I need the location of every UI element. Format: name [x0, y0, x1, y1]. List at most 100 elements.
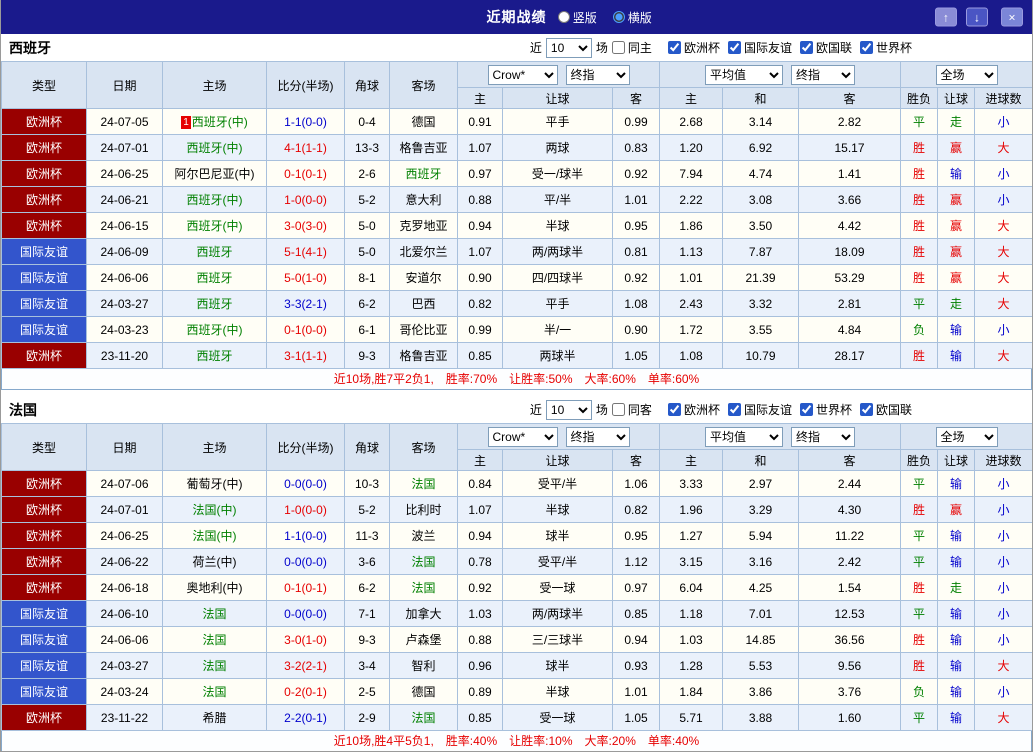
- match-corners: 9-3: [344, 342, 390, 369]
- asian-odds-source-select[interactable]: Crow*: [487, 426, 558, 447]
- competition-filter[interactable]: 世界杯: [859, 39, 912, 56]
- horizontal-layout-radio[interactable]: [612, 11, 625, 23]
- team-section-france: 法国 近 10 场 同客 欧洲杯 国际友谊 世界杯 欧国联 类型 日期 主场 比…: [1, 396, 1032, 751]
- odds-euro-home: 1.28: [659, 652, 724, 679]
- odds-euro-draw: 3.50: [722, 212, 800, 239]
- match-row: 国际友谊 24-06-10 法国 0-0(0-0) 7-1 加拿大 1.03 两/两球半 0.8…: [1, 600, 1032, 627]
- col-score: 比分(半场): [266, 423, 345, 471]
- odds-asian-home: 0.94: [457, 212, 503, 239]
- match-competition: 欧洲杯: [1, 496, 87, 523]
- match-home-team: 西班牙: [162, 264, 267, 291]
- competition-checkbox[interactable]: [799, 41, 813, 54]
- result-handicap: 输: [937, 678, 976, 705]
- competition-filter[interactable]: 欧国联: [799, 39, 852, 56]
- result-handicap: 走: [937, 290, 976, 317]
- filter-controls: 近 10 场 同客 欧洲杯 国际友谊 世界杯 欧国联: [530, 399, 912, 420]
- result-handicap: 输: [937, 470, 976, 497]
- odds-asian-home: 0.97: [457, 160, 503, 187]
- match-home-team: 奥地利(中): [162, 574, 267, 601]
- odds-asian-home: 0.85: [457, 704, 503, 731]
- odds-euro-draw: 3.16: [722, 548, 800, 575]
- result-handicap: 赢: [937, 264, 976, 291]
- same-venue-filter[interactable]: 同客: [611, 401, 652, 418]
- competition-filter[interactable]: 世界杯: [799, 401, 852, 418]
- competition-checkbox[interactable]: [667, 403, 681, 416]
- match-corners: 8-1: [344, 264, 390, 291]
- odds-euro-home: 1.96: [659, 496, 724, 523]
- summary-segment: 近10场,胜7平2负1,: [333, 372, 434, 386]
- same-venue-checkbox[interactable]: [611, 403, 625, 416]
- odds-euro-draw: 6.92: [722, 134, 800, 161]
- close-button[interactable]: ×: [1001, 7, 1023, 27]
- competition-checkbox[interactable]: [667, 41, 681, 54]
- same-venue-filter[interactable]: 同主: [611, 39, 652, 56]
- odds-euro-away: 9.56: [798, 652, 902, 679]
- euro-odds-source-select[interactable]: 平均值: [705, 426, 784, 447]
- layout-option-vertical[interactable]: 竖版: [557, 9, 597, 26]
- recent-results-panel: 近期战绩 竖版 横版 ↑ ↓ × 西班牙 近 10 场 同主 欧洲杯 国际友谊 …: [0, 0, 1033, 752]
- competition-checkbox[interactable]: [859, 41, 873, 54]
- match-date: 24-07-06: [86, 470, 163, 497]
- result-outcome: 胜: [900, 186, 939, 213]
- result-goals: 大: [974, 290, 1032, 317]
- move-down-button[interactable]: ↓: [966, 7, 988, 27]
- euro-odds-source-select[interactable]: 平均值: [705, 64, 784, 85]
- odds-asian-home: 0.94: [457, 522, 503, 549]
- competition-checkbox[interactable]: [727, 403, 741, 416]
- games-label: 场: [595, 403, 608, 417]
- summary-segment: 胜率:70%: [445, 372, 498, 386]
- euro-odds-time-select[interactable]: 终指: [791, 64, 856, 85]
- competition-filter[interactable]: 国际友谊: [727, 39, 792, 56]
- match-count-select[interactable]: 10: [545, 399, 592, 420]
- match-score: 5-0(1-0): [266, 264, 345, 291]
- match-row: 欧洲杯 24-06-21 西班牙(中) 1-0(0-0) 5-2 意大利 0.88 平/半 1.…: [1, 186, 1032, 213]
- layout-option-horizontal[interactable]: 横版: [612, 9, 652, 26]
- summary-segment: 让胜率:50%: [509, 372, 573, 386]
- match-corners: 11-3: [344, 522, 390, 549]
- match-date: 24-06-25: [86, 160, 163, 187]
- odds-euro-away: 1.60: [798, 704, 902, 731]
- match-competition: 国际友谊: [1, 238, 87, 265]
- competition-checkbox[interactable]: [859, 403, 873, 416]
- odds-euro-draw: 3.55: [722, 316, 800, 343]
- result-scope-select[interactable]: 全场: [935, 426, 998, 447]
- odds-euro-home: 2.22: [659, 186, 724, 213]
- match-corners: 10-3: [344, 470, 390, 497]
- same-venue-checkbox[interactable]: [611, 41, 625, 54]
- odds-asian-handicap: 半球: [502, 212, 613, 239]
- odds-euro-home: 1.20: [659, 134, 724, 161]
- odds-asian-home: 1.07: [457, 496, 503, 523]
- odds-euro-draw: 2.97: [722, 470, 800, 497]
- match-score: 0-1(0-1): [266, 574, 345, 601]
- match-away-team: 卢森堡: [389, 626, 458, 653]
- match-away-team: 法国: [389, 704, 458, 731]
- competition-filter[interactable]: 欧洲杯: [667, 401, 720, 418]
- match-score: 3-1(1-1): [266, 342, 345, 369]
- competition-checkbox[interactable]: [727, 41, 741, 54]
- match-competition: 国际友谊: [1, 264, 87, 291]
- odds-euro-draw: 21.39: [722, 264, 800, 291]
- match-away-team: 智利: [389, 652, 458, 679]
- filter-row: 法国 近 10 场 同客 欧洲杯 国际友谊 世界杯 欧国联: [1, 396, 1032, 423]
- odds-asian-away: 1.06: [611, 470, 661, 497]
- match-score: 2-2(0-1): [266, 704, 345, 731]
- asian-odds-source-select[interactable]: Crow*: [487, 64, 558, 85]
- match-date: 24-03-27: [86, 652, 163, 679]
- euro-odds-time-select[interactable]: 终指: [791, 426, 856, 447]
- result-outcome: 胜: [900, 496, 939, 523]
- asian-odds-time-select[interactable]: 终指: [565, 64, 630, 85]
- vertical-layout-radio[interactable]: [557, 11, 570, 23]
- result-scope-select[interactable]: 全场: [935, 64, 998, 85]
- match-away-team: 哥伦比亚: [389, 316, 458, 343]
- competition-filter[interactable]: 国际友谊: [727, 401, 792, 418]
- move-up-button[interactable]: ↑: [935, 7, 957, 27]
- competition-filter[interactable]: 欧洲杯: [667, 39, 720, 56]
- asian-odds-time-select[interactable]: 终指: [565, 426, 630, 447]
- match-score: 1-1(0-0): [266, 522, 345, 549]
- competition-checkbox[interactable]: [799, 403, 813, 416]
- odds-euro-away: 4.84: [798, 316, 902, 343]
- match-count-select[interactable]: 10: [545, 37, 592, 58]
- match-date: 24-06-21: [86, 186, 163, 213]
- competition-filter[interactable]: 欧国联: [859, 401, 912, 418]
- match-corners: 6-2: [344, 574, 390, 601]
